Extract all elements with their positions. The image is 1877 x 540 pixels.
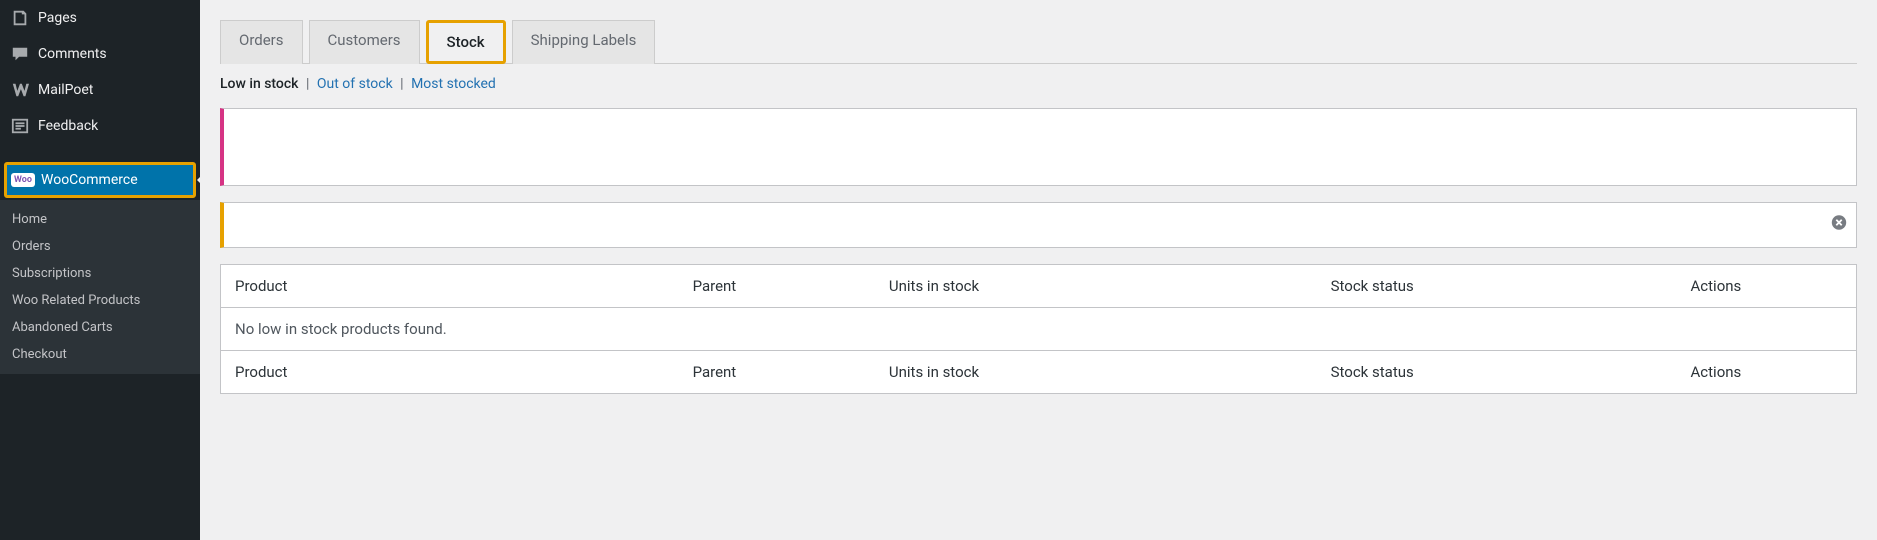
- admin-sidebar: Pages Comments MailPoet Feedback Woo Woo…: [0, 0, 200, 540]
- sidebar-item-comments[interactable]: Comments: [0, 36, 200, 72]
- pages-icon: [10, 8, 30, 28]
- sidebar-item-woocommerce[interactable]: Woo WooCommerce: [4, 162, 196, 198]
- report-tabs: Orders Customers Stock Shipping Labels: [220, 20, 1857, 64]
- tab-customers[interactable]: Customers: [309, 20, 420, 64]
- filter-low-in-stock[interactable]: Low in stock: [220, 76, 298, 92]
- col-product[interactable]: Product: [221, 265, 679, 308]
- col-parent[interactable]: Parent: [679, 265, 875, 308]
- col-units-foot[interactable]: Units in stock: [875, 351, 1317, 394]
- filter-out-of-stock[interactable]: Out of stock: [317, 76, 393, 92]
- stock-filter-links: Low in stock | Out of stock | Most stock…: [220, 76, 1857, 92]
- col-units[interactable]: Units in stock: [875, 265, 1317, 308]
- col-status[interactable]: Stock status: [1317, 265, 1677, 308]
- sidebar-item-label: Pages: [38, 10, 77, 26]
- comment-icon: [10, 44, 30, 64]
- empty-message: No low in stock products found.: [221, 308, 1857, 351]
- tab-shipping-labels[interactable]: Shipping Labels: [512, 20, 656, 64]
- stock-table: Product Parent Units in stock Stock stat…: [220, 264, 1857, 394]
- woocommerce-submenu: Home Orders Subscriptions Woo Related Pr…: [0, 200, 200, 374]
- col-parent-foot[interactable]: Parent: [679, 351, 875, 394]
- sidebar-item-label: Comments: [38, 46, 107, 62]
- tab-stock[interactable]: Stock: [426, 20, 506, 64]
- mailpoet-icon: [10, 80, 30, 100]
- main-content: Orders Customers Stock Shipping Labels L…: [200, 0, 1877, 540]
- submenu-item-checkout[interactable]: Checkout: [0, 341, 200, 368]
- sidebar-item-label: WooCommerce: [41, 172, 138, 188]
- sidebar-item-pages[interactable]: Pages: [0, 0, 200, 36]
- submenu-item-abandoned-carts[interactable]: Abandoned Carts: [0, 314, 200, 341]
- submenu-item-home[interactable]: Home: [0, 206, 200, 233]
- sidebar-item-label: MailPoet: [38, 82, 93, 98]
- dismiss-notice-button[interactable]: [1830, 214, 1848, 237]
- notice-banner-1: [220, 108, 1857, 186]
- submenu-item-subscriptions[interactable]: Subscriptions: [0, 260, 200, 287]
- submenu-item-orders[interactable]: Orders: [0, 233, 200, 260]
- col-actions[interactable]: Actions: [1677, 265, 1857, 308]
- table-empty-row: No low in stock products found.: [221, 308, 1857, 351]
- sidebar-item-label: Feedback: [38, 118, 98, 134]
- filter-most-stocked[interactable]: Most stocked: [411, 76, 496, 92]
- tab-orders[interactable]: Orders: [220, 20, 303, 64]
- feedback-icon: [10, 116, 30, 136]
- notice-banner-2: [220, 202, 1857, 248]
- sidebar-item-feedback[interactable]: Feedback: [0, 108, 200, 144]
- sidebar-item-mailpoet[interactable]: MailPoet: [0, 72, 200, 108]
- col-status-foot[interactable]: Stock status: [1317, 351, 1677, 394]
- submenu-item-woo-related-products[interactable]: Woo Related Products: [0, 287, 200, 314]
- col-product-foot[interactable]: Product: [221, 351, 679, 394]
- col-actions-foot[interactable]: Actions: [1677, 351, 1857, 394]
- woocommerce-icon: Woo: [13, 170, 33, 190]
